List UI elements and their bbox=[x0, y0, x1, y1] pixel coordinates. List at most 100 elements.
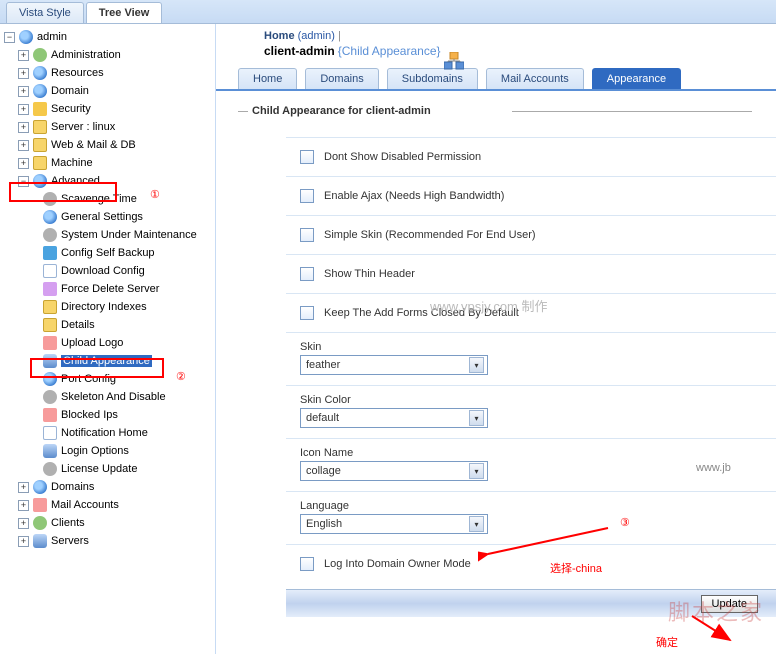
field-skin: Skin feather▾ bbox=[286, 332, 776, 385]
tree-config-self-backup[interactable]: Config Self Backup bbox=[2, 244, 213, 262]
page-icon bbox=[43, 426, 57, 440]
label-language: Language bbox=[300, 500, 776, 512]
globe-icon bbox=[33, 66, 47, 80]
select-skin-color[interactable]: default▾ bbox=[300, 408, 488, 428]
chk-disabled-permission[interactable] bbox=[300, 150, 314, 164]
main-panel: Home (admin) | client-admin {Child Appea… bbox=[216, 24, 776, 654]
tree-domains[interactable]: +Domains bbox=[2, 478, 213, 496]
footer-bar: Update bbox=[286, 589, 776, 617]
tree-mail-accounts[interactable]: +Mail Accounts bbox=[2, 496, 213, 514]
chk-simple-skin[interactable] bbox=[300, 228, 314, 242]
globe-icon bbox=[19, 30, 33, 44]
tree-servers[interactable]: +Servers bbox=[2, 532, 213, 550]
tree-license-update[interactable]: License Update bbox=[2, 460, 213, 478]
tree-machine[interactable]: +Machine bbox=[2, 154, 213, 172]
tree-upload-logo[interactable]: Upload Logo bbox=[2, 334, 213, 352]
folder-icon bbox=[33, 156, 47, 170]
tree-force-delete-server[interactable]: Force Delete Server bbox=[2, 280, 213, 298]
tree-scavenge-time[interactable]: Scavenge Time bbox=[2, 190, 213, 208]
disk-icon bbox=[43, 246, 57, 260]
label-icon-name: Icon Name bbox=[300, 447, 776, 459]
chk-keep-closed[interactable] bbox=[300, 306, 314, 320]
chevron-down-icon: ▾ bbox=[469, 357, 484, 373]
field-language: Language English▾ bbox=[286, 491, 776, 544]
tree-domain[interactable]: +Domain bbox=[2, 82, 213, 100]
tree-server[interactable]: +Server : linux bbox=[2, 118, 213, 136]
sub-tabs: Home Domains Subdomains Mail Accounts Ap… bbox=[216, 68, 776, 91]
chk-thin-header[interactable] bbox=[300, 267, 314, 281]
label-skin: Skin bbox=[300, 341, 776, 353]
tree-clients[interactable]: +Clients bbox=[2, 514, 213, 532]
select-language[interactable]: English▾ bbox=[300, 514, 488, 534]
annotation-2: ② bbox=[176, 370, 186, 383]
breadcrumb-home[interactable]: Home bbox=[264, 30, 295, 42]
tree-login-options[interactable]: Login Options bbox=[2, 442, 213, 460]
user-icon bbox=[33, 48, 47, 62]
tree-web-mail-db[interactable]: +Web & Mail & DB bbox=[2, 136, 213, 154]
tree-skeleton-and-disable[interactable]: Skeleton And Disable bbox=[2, 388, 213, 406]
chevron-down-icon: ▾ bbox=[469, 410, 484, 426]
row-simple-skin: Simple Skin (Recommended For End User) bbox=[286, 215, 776, 254]
folder-icon bbox=[43, 318, 57, 332]
gear-icon bbox=[43, 192, 57, 206]
page-icon bbox=[43, 264, 57, 278]
tab-tree-view[interactable]: Tree View bbox=[86, 2, 163, 23]
annotation-3: ③ bbox=[620, 516, 630, 529]
folder-icon bbox=[33, 120, 47, 134]
style-tabs: Vista Style Tree View bbox=[0, 0, 776, 24]
subtab-mail-accounts[interactable]: Mail Accounts bbox=[486, 68, 584, 89]
block-icon bbox=[43, 408, 57, 422]
field-skin-color: Skin Color default▾ bbox=[286, 385, 776, 438]
row-log-into-owner: Log Into Domain Owner Mode bbox=[286, 544, 776, 583]
page-title: client-admin {Child Appearance} bbox=[216, 44, 776, 58]
section-title: Child Appearance for client-admin bbox=[252, 105, 776, 117]
tree-notification-home[interactable]: Notification Home bbox=[2, 424, 213, 442]
subtab-home[interactable]: Home bbox=[238, 68, 297, 89]
chk-log-into-owner[interactable] bbox=[300, 557, 314, 571]
subtab-appearance[interactable]: Appearance bbox=[592, 68, 681, 89]
tree-download-config[interactable]: Download Config bbox=[2, 262, 213, 280]
select-skin[interactable]: feather▾ bbox=[300, 355, 488, 375]
subtab-domains[interactable]: Domains bbox=[305, 68, 378, 89]
tree-blocked-ips[interactable]: Blocked Ips bbox=[2, 406, 213, 424]
tree-administration[interactable]: +Administration bbox=[2, 46, 213, 64]
tree-system-under-maintenance[interactable]: System Under Maintenance bbox=[2, 226, 213, 244]
lock-icon bbox=[33, 102, 47, 116]
annotation-1: ① bbox=[150, 188, 160, 201]
server-icon bbox=[33, 534, 47, 548]
tree-root[interactable]: −admin bbox=[2, 28, 213, 46]
tree-child-appearance[interactable]: Child Appearance bbox=[2, 352, 213, 370]
tree-directory-indexes[interactable]: Directory Indexes bbox=[2, 298, 213, 316]
select-icon-name[interactable]: collage▾ bbox=[300, 461, 488, 481]
row-enable-ajax: Enable Ajax (Needs High Bandwidth) bbox=[286, 176, 776, 215]
tab-vista-style[interactable]: Vista Style bbox=[6, 2, 84, 23]
globe-icon bbox=[33, 174, 47, 188]
tree-advanced[interactable]: −Advanced bbox=[2, 172, 213, 190]
tree-security[interactable]: +Security bbox=[2, 100, 213, 118]
annotation-select-china: 选择-china bbox=[550, 560, 602, 576]
chk-enable-ajax[interactable] bbox=[300, 189, 314, 203]
user-icon bbox=[33, 516, 47, 530]
folder-icon bbox=[33, 138, 47, 152]
breadcrumb: Home (admin) | bbox=[216, 30, 776, 42]
login-icon bbox=[43, 444, 57, 458]
globe-icon bbox=[33, 84, 47, 98]
label-skin-color: Skin Color bbox=[300, 394, 776, 406]
row-keep-closed: Keep The Add Forms Closed By Default bbox=[286, 293, 776, 332]
org-chart-icon bbox=[444, 52, 464, 86]
row-thin-header: Show Thin Header bbox=[286, 254, 776, 293]
appearance-icon bbox=[43, 354, 57, 368]
globe-icon bbox=[43, 210, 57, 224]
tree-resources[interactable]: +Resources bbox=[2, 64, 213, 82]
tree-general-settings[interactable]: General Settings bbox=[2, 208, 213, 226]
row-disabled-permission: Dont Show Disabled Permission bbox=[286, 137, 776, 176]
field-icon-name: Icon Name collage▾ bbox=[286, 438, 776, 491]
chevron-down-icon: ▾ bbox=[469, 516, 484, 532]
sidebar-tree: −admin +Administration +Resources +Domai… bbox=[0, 24, 216, 654]
subtab-subdomains[interactable]: Subdomains bbox=[387, 68, 478, 89]
tree-details[interactable]: Details bbox=[2, 316, 213, 334]
gear-icon bbox=[43, 228, 57, 242]
globe-icon bbox=[33, 480, 47, 494]
update-button[interactable]: Update bbox=[701, 595, 758, 613]
breadcrumb-admin: (admin) bbox=[298, 30, 335, 42]
